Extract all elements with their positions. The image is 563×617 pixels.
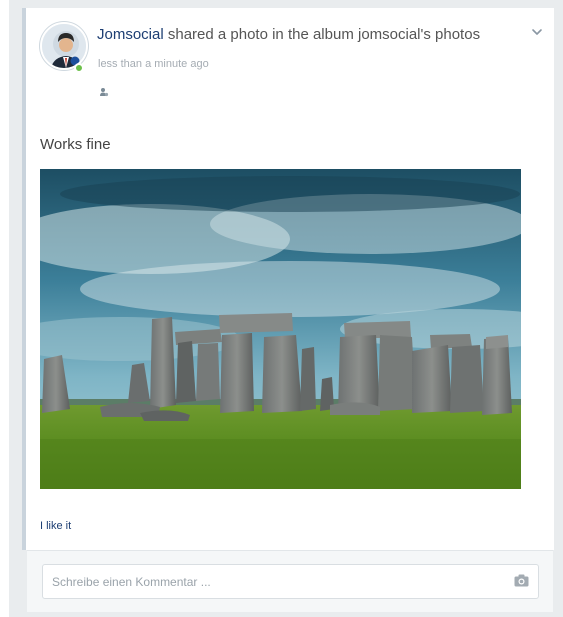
activity-timestamp: less than a minute ago	[98, 58, 209, 70]
activity-headline: Jomsocial shared a photo in the album jo…	[97, 26, 480, 43]
chevron-down-icon[interactable]	[531, 26, 543, 38]
like-button[interactable]: I like it	[40, 520, 71, 532]
public-user-icon[interactable]	[99, 87, 109, 97]
comment-input[interactable]: Schreibe einen Kommentar ...	[42, 564, 539, 599]
post-photo[interactable]	[40, 169, 521, 489]
post-message: Works fine	[40, 136, 111, 153]
online-status-badge	[74, 63, 84, 73]
camera-icon[interactable]	[514, 574, 529, 587]
actor-link[interactable]: Jomsocial	[97, 26, 164, 43]
stonehenge-photo	[40, 169, 521, 489]
activity-action-text: shared a photo in the album jomsocial's …	[163, 26, 481, 43]
comment-placeholder: Schreibe einen Kommentar ...	[52, 575, 211, 589]
